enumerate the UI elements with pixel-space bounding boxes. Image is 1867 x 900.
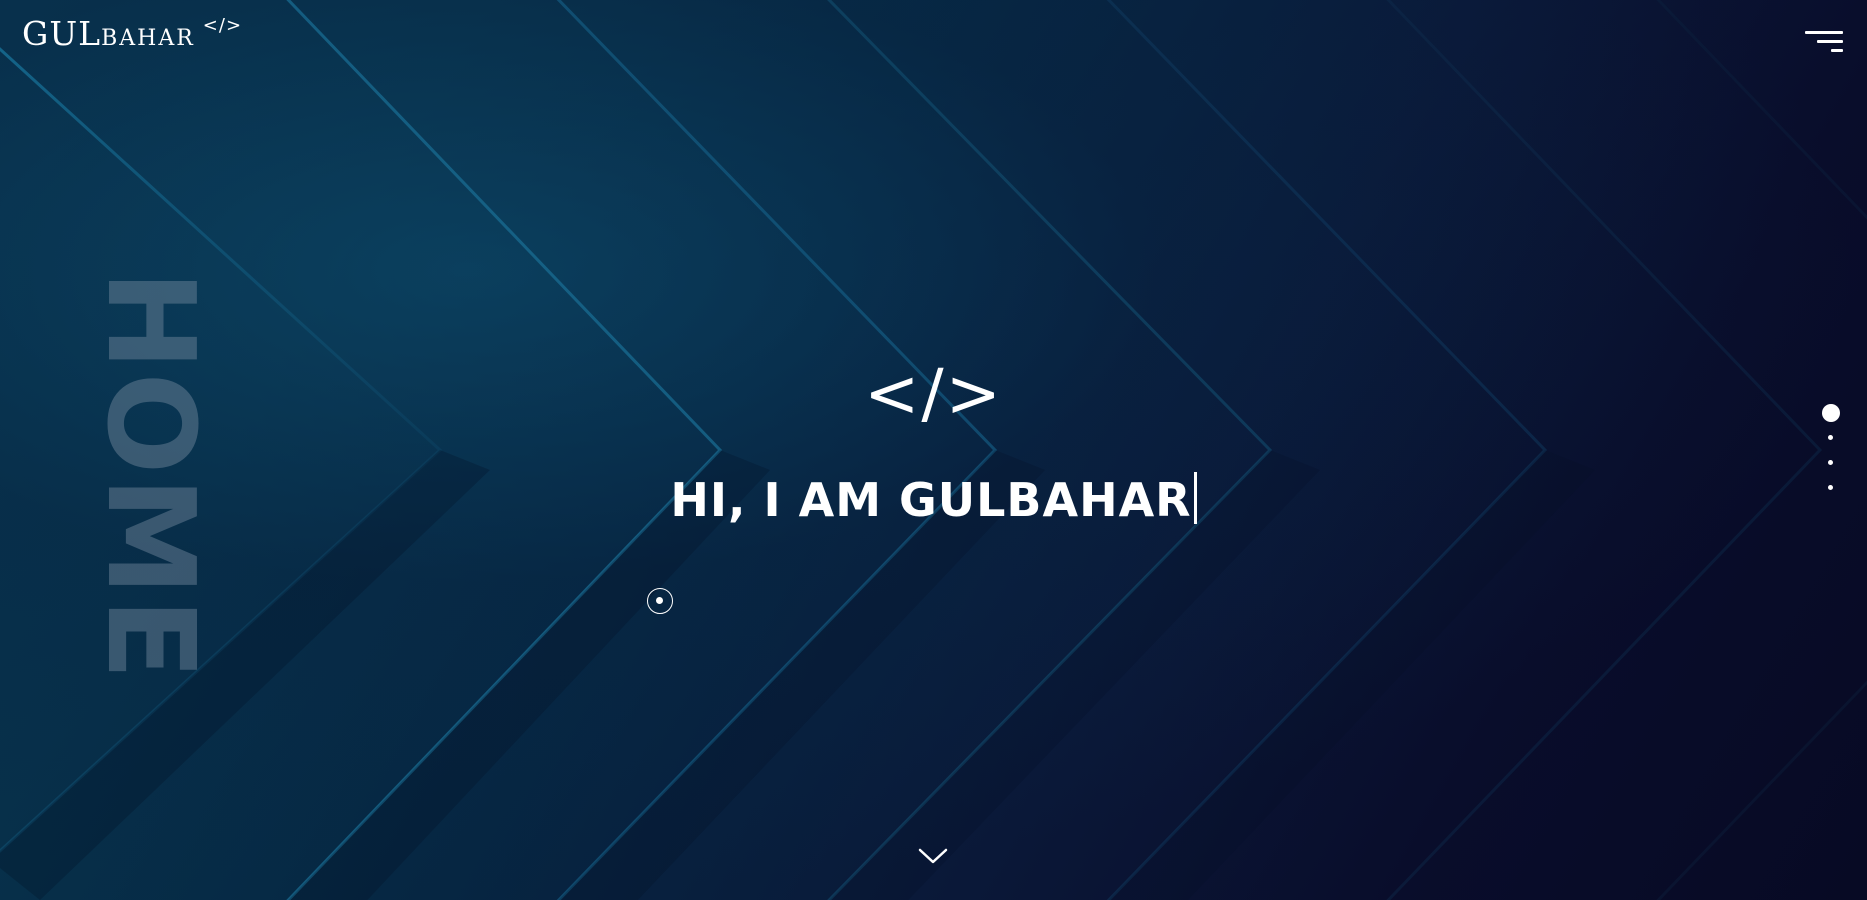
hero-title: HI, I AM GULBAHAR bbox=[0, 472, 1867, 527]
custom-cursor-icon bbox=[647, 588, 673, 614]
section-pagination bbox=[1821, 404, 1841, 504]
chevron-background bbox=[0, 0, 1867, 900]
logo-main-text: GUL bbox=[22, 14, 102, 53]
menu-line-1 bbox=[1805, 31, 1843, 34]
typing-caret bbox=[1193, 472, 1197, 524]
hamburger-menu-icon[interactable] bbox=[1803, 28, 1843, 56]
pagination-dot-3[interactable] bbox=[1828, 460, 1833, 465]
chevron-down-icon[interactable] bbox=[917, 845, 949, 867]
menu-line-2 bbox=[1817, 40, 1843, 43]
pagination-dot-2[interactable] bbox=[1828, 435, 1833, 440]
hero-section: GULBAHAR </> HOME </> HI, I AM GULBAHAR bbox=[0, 0, 1867, 900]
section-label: HOME bbox=[44, 270, 219, 682]
pagination-dot-4[interactable] bbox=[1828, 485, 1833, 490]
pagination-dot-home[interactable] bbox=[1822, 404, 1840, 422]
site-logo[interactable]: GULBAHAR </> bbox=[22, 14, 242, 53]
logo-code-symbol: </> bbox=[202, 15, 243, 36]
menu-line-3 bbox=[1831, 49, 1843, 52]
hero-title-text: HI, I AM GULBAHAR bbox=[670, 473, 1192, 527]
logo-sub-text: BAHAR bbox=[101, 26, 195, 51]
hero-code-symbol: </> bbox=[864, 355, 1003, 432]
